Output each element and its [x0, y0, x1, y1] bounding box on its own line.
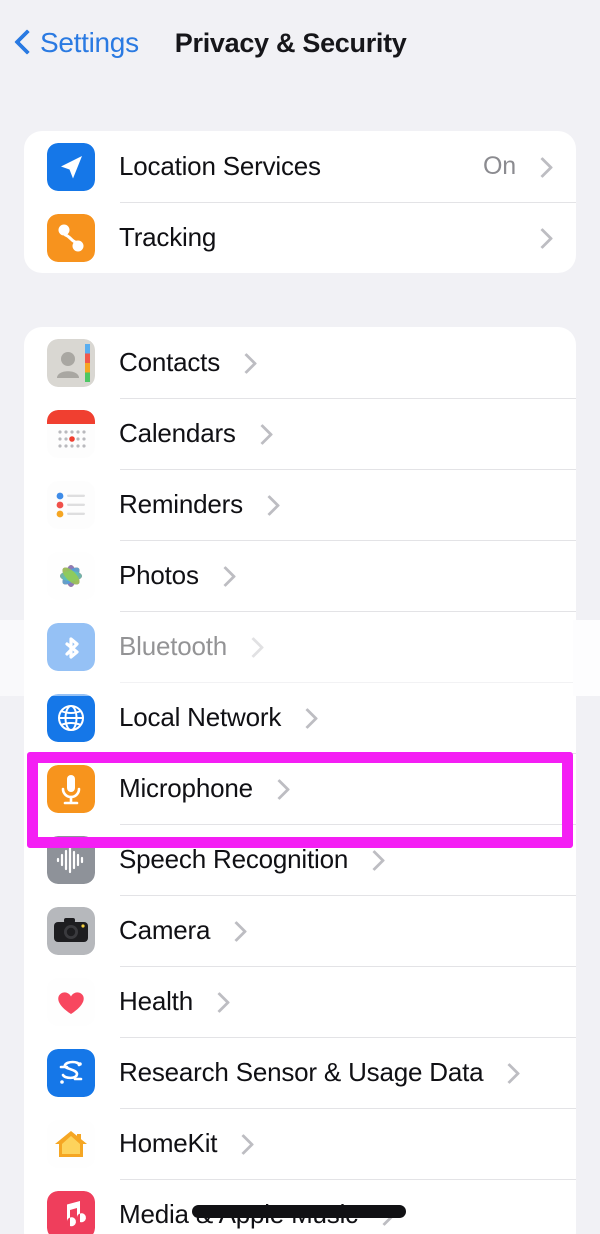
row-label: Calendars	[119, 418, 236, 448]
chevron-right-icon	[236, 352, 258, 374]
section-location-tracking: Location Services On Tracking	[24, 131, 576, 273]
row-research-sensor-usage-data[interactable]: Research Sensor & Usage Data	[24, 1037, 576, 1108]
chevron-right-icon	[226, 920, 248, 942]
row-label: Location Services	[119, 151, 321, 181]
chevron-right-icon	[243, 636, 265, 658]
row-label: Bluetooth	[119, 631, 228, 661]
camera-icon	[47, 906, 95, 955]
row-photos[interactable]: Photos	[24, 540, 576, 611]
row-label: Research Sensor & Usage Data	[119, 1057, 484, 1087]
contacts-icon	[47, 338, 95, 387]
back-button-label: Settings	[40, 27, 139, 58]
row-label: Health	[119, 986, 193, 1016]
row-contacts[interactable]: Contacts	[24, 327, 576, 398]
row-calendars[interactable]: Calendars	[24, 398, 576, 469]
chevron-right-icon	[233, 1133, 255, 1155]
chevron-right-icon	[209, 991, 231, 1013]
heart-icon	[47, 977, 95, 1026]
row-label: Photos	[119, 560, 199, 590]
row-health[interactable]: Health	[24, 966, 576, 1037]
chevron-right-icon	[269, 778, 291, 800]
row-bluetooth[interactable]: Bluetooth	[24, 611, 576, 682]
row-speech-recognition[interactable]: Speech Recognition	[24, 824, 576, 895]
home-icon	[47, 1119, 95, 1168]
globe-icon	[47, 693, 95, 742]
row-homekit[interactable]: HomeKit	[24, 1108, 576, 1179]
chevron-right-icon	[364, 849, 386, 871]
microphone-icon	[47, 764, 95, 813]
row-reminders[interactable]: Reminders	[24, 469, 576, 540]
navigation-bar: Settings Privacy & Security	[0, 0, 600, 86]
chevron-right-icon	[215, 565, 237, 587]
row-label: Tracking	[119, 222, 217, 252]
row-label: Speech Recognition	[119, 844, 349, 874]
research-icon	[47, 1048, 95, 1097]
row-label: Local Network	[119, 702, 282, 732]
row-camera[interactable]: Camera	[24, 895, 576, 966]
row-label: Contacts	[119, 347, 221, 377]
back-to-settings-button[interactable]: Settings	[14, 27, 139, 59]
chevron-right-icon	[259, 494, 281, 516]
bluetooth-icon	[47, 622, 95, 671]
row-tracking[interactable]: Tracking	[24, 202, 576, 273]
location-arrow-icon	[47, 142, 95, 191]
chevron-right-icon	[532, 156, 554, 178]
row-microphone[interactable]: Microphone	[24, 753, 576, 824]
row-location-services[interactable]: Location Services On	[24, 131, 576, 202]
waveform-icon	[47, 835, 95, 884]
row-value: On	[483, 152, 516, 180]
reminders-icon	[47, 480, 95, 529]
settings-screen: Settings Privacy & Security Location Ser…	[0, 0, 600, 1234]
chevron-right-icon	[252, 423, 274, 445]
row-label: Camera	[119, 915, 211, 945]
chevron-right-icon	[297, 707, 319, 729]
row-label: HomeKit	[119, 1128, 218, 1158]
redaction-stroke	[192, 1205, 406, 1218]
page-title: Privacy & Security	[174, 27, 407, 58]
row-label: Microphone	[119, 773, 253, 803]
chevron-right-icon	[499, 1062, 521, 1084]
chevron-left-icon	[14, 27, 34, 59]
photos-icon	[47, 551, 95, 600]
row-local-network[interactable]: Local Network	[24, 682, 576, 753]
screenshot-seam-artifact-right	[573, 620, 600, 696]
tracking-icon	[47, 213, 95, 262]
section-app-permissions: Contacts Calendars Reminders Photos Blue…	[24, 327, 576, 1234]
calendar-icon	[47, 409, 95, 458]
chevron-right-icon	[532, 227, 554, 249]
row-label: Reminders	[119, 489, 243, 519]
music-icon	[47, 1190, 95, 1234]
